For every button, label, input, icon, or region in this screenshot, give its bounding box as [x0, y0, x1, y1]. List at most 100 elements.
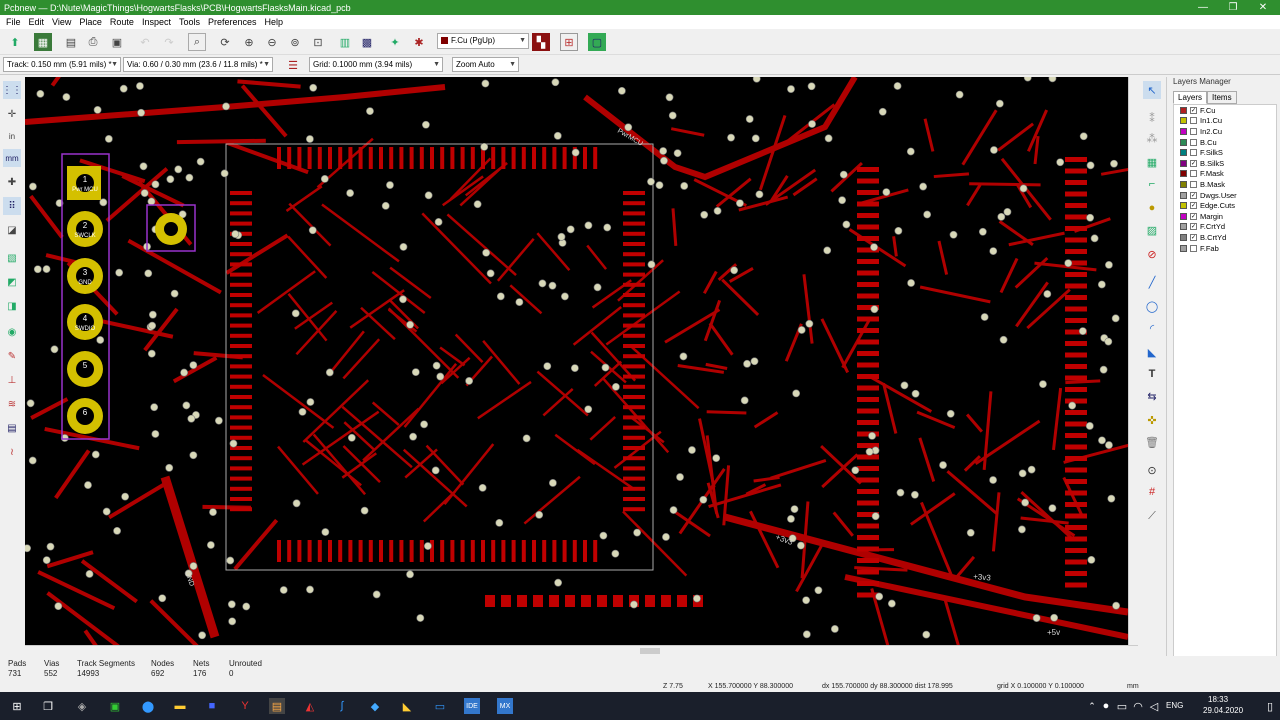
via-size-select[interactable]: Via: 0.60 / 0.30 mm (23.6 / 11.8 mils) *…: [123, 57, 273, 72]
page-settings-icon[interactable]: ▤: [62, 33, 80, 51]
layer-row[interactable]: B.Mask: [1174, 179, 1276, 190]
layer-visibility-checkbox[interactable]: [1190, 149, 1197, 157]
layer-row[interactable]: ✓ B.SilkS: [1174, 158, 1276, 169]
layer-color-swatch[interactable]: [1180, 170, 1187, 178]
layer-color-swatch[interactable]: [1180, 212, 1187, 220]
target-icon[interactable]: ✜: [1143, 411, 1161, 429]
draw-circle-icon[interactable]: ◯: [1143, 297, 1161, 315]
tab-items[interactable]: Items: [1207, 91, 1237, 104]
pcb-drawing[interactable]: 1Pwr MCU2SWCLK3GND4SWDIO56 PwrMCU +3v3 +…: [25, 77, 1128, 645]
horizontal-scrollbar[interactable]: [25, 645, 1138, 656]
app-icon-1[interactable]: ◈: [74, 698, 90, 714]
plot-icon[interactable]: ▣: [108, 33, 126, 51]
zone-sketch-icon[interactable]: ◨: [3, 297, 21, 315]
app-icon-5[interactable]: ◆: [367, 698, 383, 714]
vertical-scrollbar[interactable]: [1128, 77, 1138, 645]
delete-icon[interactable]: 🗑: [1143, 433, 1161, 451]
app-icon-2[interactable]: ▣: [107, 698, 123, 714]
layer-row[interactable]: In1.Cu: [1174, 116, 1276, 127]
layer-visibility-checkbox[interactable]: ✓: [1190, 159, 1197, 167]
layer-color-swatch[interactable]: [1180, 138, 1187, 146]
dimension-icon[interactable]: ⇆: [1143, 387, 1161, 405]
zoom-in-icon[interactable]: ⊕: [240, 33, 258, 51]
layer-visibility-checkbox[interactable]: [1190, 117, 1197, 125]
minimize-button[interactable]: —: [1186, 0, 1220, 15]
scrollbar-thumb[interactable]: [640, 648, 660, 654]
explorer-icon[interactable]: ▬: [172, 698, 188, 714]
layer-row[interactable]: F.Fab: [1174, 243, 1276, 254]
layer-color-swatch[interactable]: [1180, 180, 1187, 188]
zone-outline-icon[interactable]: ◩: [3, 273, 21, 291]
layer-selector[interactable]: F.Cu (PgUp) ▼: [437, 33, 529, 49]
tray-network-icon[interactable]: ▭: [1114, 698, 1130, 714]
print-icon[interactable]: ⎙: [84, 33, 102, 51]
draw-arc-icon[interactable]: ◜: [1143, 319, 1161, 337]
drill-origin-icon[interactable]: ⊙: [1143, 461, 1161, 479]
layer-visibility-checkbox[interactable]: ✓: [1190, 233, 1197, 241]
measure-icon[interactable]: ⟋: [1143, 507, 1161, 525]
local-ratsnest-icon[interactable]: ⁂: [1143, 129, 1161, 147]
microwave-tools-icon[interactable]: ≀: [3, 443, 21, 461]
layer-visibility-checkbox[interactable]: [1190, 138, 1197, 146]
menu-view[interactable]: View: [48, 17, 75, 27]
layer-color-swatch[interactable]: [1180, 223, 1187, 231]
curved-ratsnest-icon[interactable]: ◪: [3, 221, 21, 239]
layer-color-swatch[interactable]: [1180, 159, 1187, 167]
layer-color-swatch[interactable]: [1180, 149, 1187, 157]
footprint-editor-icon[interactable]: ▩: [358, 33, 376, 51]
grid-origin-icon[interactable]: #: [1143, 483, 1161, 501]
zoom-selection-icon[interactable]: ⊡: [309, 33, 327, 51]
add-via-icon[interactable]: ●: [1143, 199, 1161, 217]
ide-icon[interactable]: IDE: [464, 698, 480, 714]
menu-help[interactable]: Help: [261, 17, 288, 27]
pad-sketch-icon[interactable]: ◉: [3, 323, 21, 341]
pcb-canvas[interactable]: 1 Pwr MCU 2 SWCLK 3 GND 4 SWDIO 5 6 PwrMCU +3v3 +…: [25, 77, 1128, 645]
app-icon-4[interactable]: ∫: [334, 698, 350, 714]
app-icon-7[interactable]: ▭: [432, 698, 448, 714]
redo-icon[interactable]: ↷: [160, 33, 178, 51]
pdf-icon[interactable]: ◭: [302, 698, 318, 714]
mx-icon[interactable]: MX: [497, 698, 513, 714]
app-icon-6[interactable]: ◣: [399, 698, 415, 714]
layer-row[interactable]: ✓ B.CrtYd: [1174, 232, 1276, 243]
ratsnest-icon[interactable]: ⠿: [3, 197, 21, 215]
keepout-icon[interactable]: ⊘: [1143, 245, 1161, 263]
layer-color-swatch[interactable]: [1180, 127, 1187, 135]
zoom-select[interactable]: Zoom Auto ▼: [452, 57, 519, 72]
layer-row[interactable]: F.SilkS: [1174, 147, 1276, 158]
zoom-fit-icon[interactable]: ⊚: [286, 33, 304, 51]
layer-color-swatch[interactable]: [1180, 117, 1187, 125]
footprint-browser-icon[interactable]: ✦: [386, 33, 404, 51]
layer-color-swatch[interactable]: [1180, 233, 1187, 241]
3d-viewer-icon[interactable]: ▢: [588, 33, 606, 51]
layer-visibility-checkbox[interactable]: [1190, 127, 1197, 135]
grid-select[interactable]: Grid: 0.1000 mm (3.94 mils) ▼: [309, 57, 443, 72]
kicad-icon[interactable]: ▤: [269, 698, 285, 714]
close-button[interactable]: ✕: [1246, 0, 1280, 15]
mm-units-icon[interactable]: mm: [3, 149, 21, 167]
grid-toggle-icon[interactable]: ⋮⋮: [2, 81, 22, 99]
maps-icon[interactable]: ⬤: [140, 698, 156, 714]
layer-visibility-checkbox[interactable]: ✓: [1190, 202, 1197, 210]
layer-row[interactable]: ✓ Margin: [1174, 211, 1276, 222]
task-view-icon[interactable]: ❐: [40, 698, 56, 714]
layers-manager-icon[interactable]: ▤: [3, 419, 21, 437]
menu-route[interactable]: Route: [106, 17, 138, 27]
netlist-icon[interactable]: ▥: [336, 33, 354, 51]
board-setup-icon[interactable]: ▦: [34, 33, 52, 51]
layer-row[interactable]: ✓ F.CrtYd: [1174, 222, 1276, 233]
layer-visibility-checkbox[interactable]: ✓: [1190, 106, 1197, 114]
high-contrast-icon[interactable]: ≋: [3, 395, 21, 413]
app-icon-3[interactable]: ■: [204, 698, 220, 714]
layer-color-swatch[interactable]: [1180, 191, 1187, 199]
restore-button[interactable]: ❐: [1216, 0, 1250, 15]
menu-edit[interactable]: Edit: [25, 17, 49, 27]
start-icon[interactable]: ⊞: [9, 698, 25, 714]
menu-preferences[interactable]: Preferences: [204, 17, 261, 27]
layer-visibility-checkbox[interactable]: [1190, 244, 1197, 252]
route-track-icon[interactable]: ⌐: [1143, 175, 1161, 193]
tray-volume-icon[interactable]: ◁: [1146, 698, 1162, 714]
layer-row[interactable]: F.Mask: [1174, 169, 1276, 180]
zoom-out-icon[interactable]: ⊖: [263, 33, 281, 51]
layer-visibility-checkbox[interactable]: ✓: [1190, 212, 1197, 220]
